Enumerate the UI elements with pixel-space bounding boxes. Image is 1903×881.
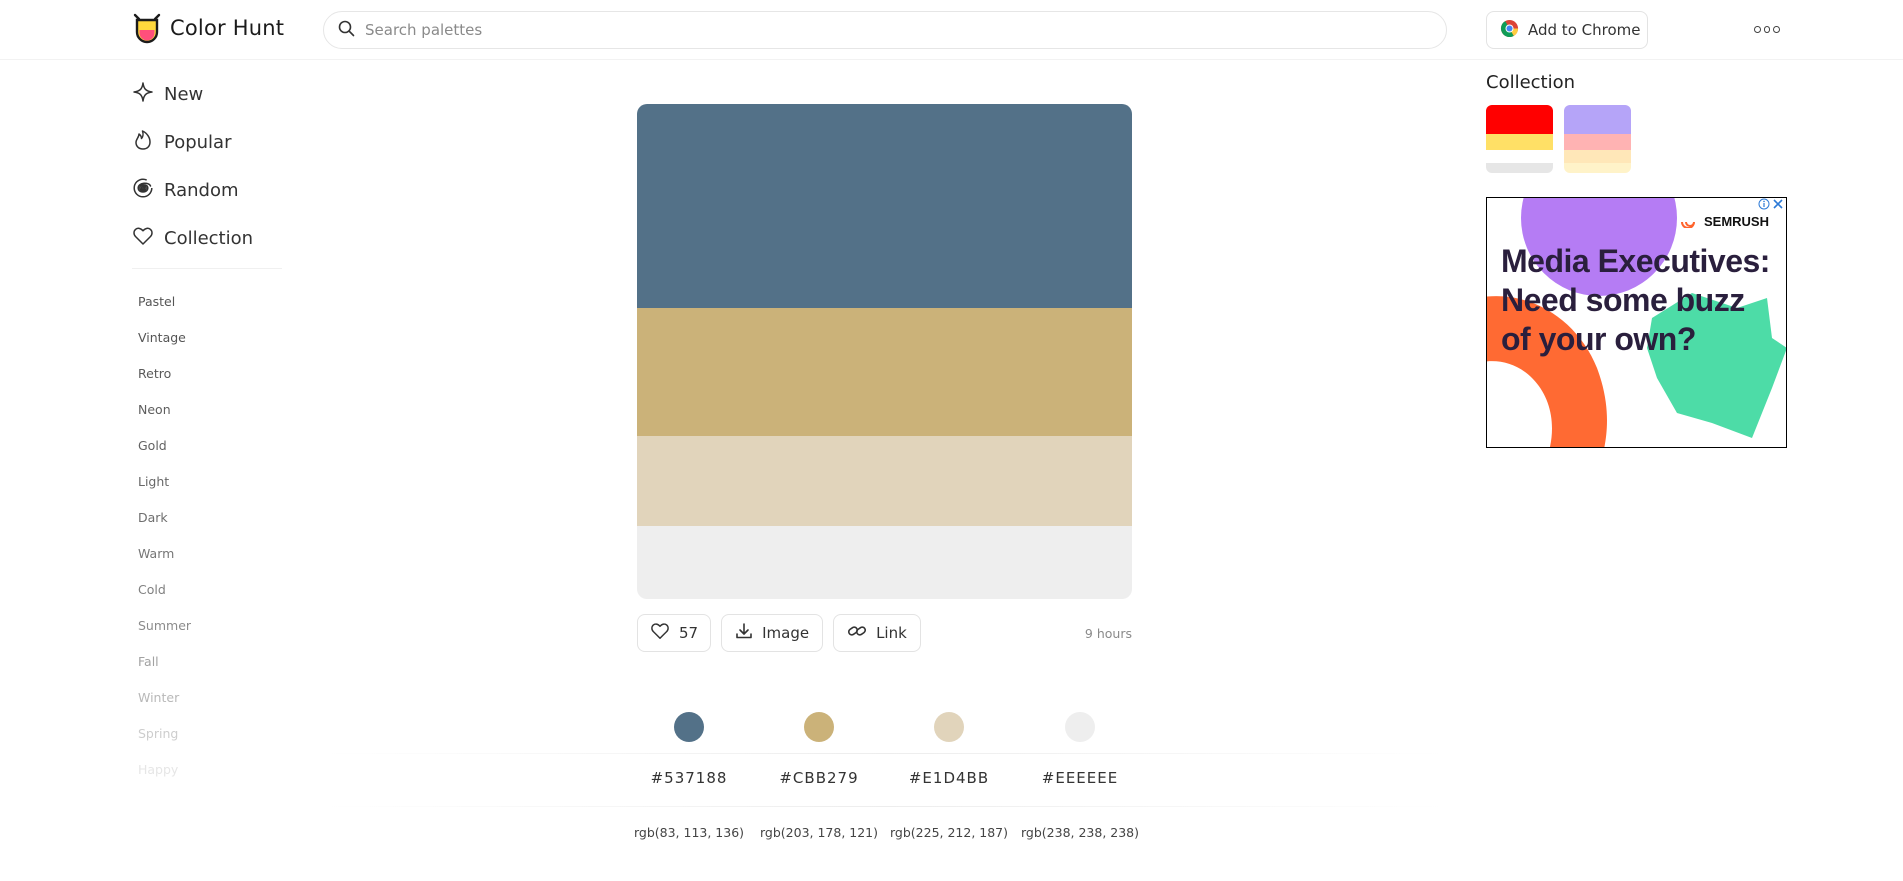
like-count: 57 (679, 624, 699, 642)
palette-actions: 57 Image Link 9 hours (637, 614, 1132, 652)
rgb-code-3[interactable]: rgb(225, 212, 187) (890, 825, 1008, 840)
nav-popular-label: Popular (164, 131, 232, 153)
link-icon (847, 622, 867, 644)
swatch-1[interactable] (637, 104, 1132, 308)
tag-retro[interactable]: Retro (132, 355, 282, 391)
color-dot-4[interactable] (1065, 712, 1095, 742)
search-input[interactable] (365, 21, 1418, 39)
brand-name: Color Hunt (170, 16, 285, 40)
tag-light[interactable]: Light (132, 463, 282, 499)
ad-headline: Media Executives: Need some buzz of your… (1501, 243, 1770, 357)
divider (323, 806, 1447, 807)
nav-new-label: New (164, 83, 204, 105)
hex-codes: #537188 #CBB279 #E1D4BB #EEEEEE (637, 769, 1132, 791)
palette-card[interactable] (637, 104, 1132, 599)
rgb-codes: rgb(83, 113, 136) rgb(203, 178, 121) rgb… (634, 825, 1139, 843)
download-icon (735, 622, 753, 644)
logo[interactable]: Color Hunt (132, 12, 284, 44)
tag-cold[interactable]: Cold (132, 571, 282, 607)
swatch-2[interactable] (637, 308, 1132, 436)
add-to-chrome-button[interactable]: Add to Chrome (1486, 11, 1648, 49)
tag-vintage[interactable]: Vintage (132, 319, 282, 355)
tag-happy[interactable]: Happy (132, 751, 282, 787)
logo-icon (132, 12, 162, 44)
color-dots (637, 712, 1132, 742)
spiral-icon (132, 177, 154, 204)
nav-random[interactable]: Random (132, 166, 282, 214)
color-dot-1[interactable] (674, 712, 704, 742)
swatch-4[interactable] (637, 526, 1132, 599)
add-to-chrome-label: Add to Chrome (1528, 21, 1641, 39)
color-dot-2[interactable] (804, 712, 834, 742)
nav-new[interactable]: New (132, 70, 282, 118)
tag-summer[interactable]: Summer (132, 607, 282, 643)
advertisement[interactable]: SEMRUSH Media Executives: Need some buzz… (1486, 197, 1787, 448)
nav-collection-label: Collection (164, 227, 254, 249)
rgb-code-1[interactable]: rgb(83, 113, 136) (634, 825, 744, 840)
tag-dark[interactable]: Dark (132, 499, 282, 535)
swatch-3[interactable] (637, 436, 1132, 526)
flame-icon (132, 129, 154, 156)
tag-fall[interactable]: Fall (132, 643, 282, 679)
ad-close-icon[interactable] (1758, 198, 1784, 210)
sparkle-icon (132, 81, 154, 108)
rgb-code-2[interactable]: rgb(203, 178, 121) (760, 825, 878, 840)
sidebar-divider (132, 268, 282, 269)
collection-title: Collection (1486, 72, 1576, 93)
tag-winter[interactable]: Winter (132, 679, 282, 715)
tag-gold[interactable]: Gold (132, 427, 282, 463)
nav-random-label: Random (164, 179, 239, 201)
collection-palette-2[interactable] (1564, 105, 1631, 173)
hex-code-4[interactable]: #EEEEEE (1042, 769, 1118, 787)
copy-link-button[interactable]: Link (833, 614, 921, 652)
heart-icon (650, 622, 670, 644)
hex-code-2[interactable]: #CBB279 (779, 769, 858, 787)
link-label: Link (876, 624, 907, 642)
tag-list: Pastel Vintage Retro Neon Gold Light Dark Warm C… (132, 283, 282, 787)
nav-collection[interactable]: Collection (132, 214, 282, 262)
chrome-icon (1500, 19, 1519, 42)
divider (323, 753, 1447, 754)
tag-spring[interactable]: Spring (132, 715, 282, 751)
tag-pastel[interactable]: Pastel (132, 283, 282, 319)
posted-time: 9 hours (1084, 625, 1132, 641)
image-label: Image (762, 624, 810, 642)
rgb-code-4[interactable]: rgb(238, 238, 238) (1021, 825, 1139, 840)
ad-brand: SEMRUSH (1680, 214, 1769, 229)
hex-code-3[interactable]: #E1D4BB (909, 769, 989, 787)
heart-icon (132, 225, 154, 252)
like-button[interactable]: 57 (637, 614, 712, 652)
nav-popular[interactable]: Popular (132, 118, 282, 166)
sidebar: New Popular Random Collection Pastel Vint… (132, 70, 282, 787)
top-bar: Color Hunt Add to Chrome (0, 0, 1903, 60)
color-dot-3[interactable] (934, 712, 964, 742)
hex-code-1[interactable]: #537188 (651, 769, 728, 787)
tag-warm[interactable]: Warm (132, 535, 282, 571)
more-menu-icon[interactable] (1754, 22, 1781, 36)
download-image-button[interactable]: Image (721, 614, 824, 652)
search-bar[interactable] (323, 11, 1447, 49)
tag-neon[interactable]: Neon (132, 391, 282, 427)
search-icon (338, 20, 355, 41)
collection-palette-1[interactable] (1486, 105, 1553, 173)
